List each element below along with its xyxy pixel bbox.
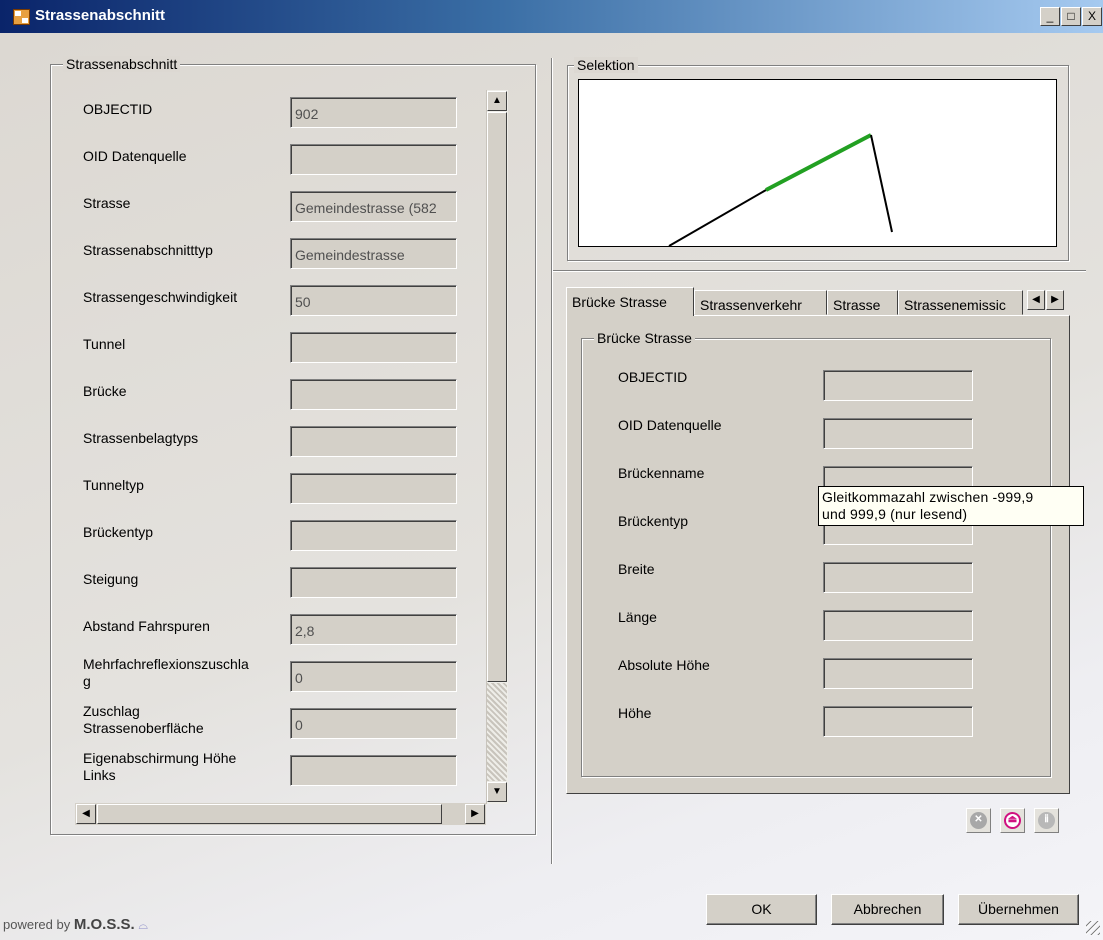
- bruecke-field[interactable]: [823, 418, 973, 449]
- tab-bruecke-strasse[interactable]: Brücke Strasse: [566, 287, 694, 316]
- attribute-label: Strassenbelagtyps: [83, 430, 199, 446]
- bruecke-strasse-group: Brücke Strasse: [581, 330, 1051, 777]
- tab-control: Brücke Strasse Strassenverkehr Strasse S…: [566, 285, 1070, 794]
- attribute-label: Strassenabschnitttyp: [83, 242, 213, 258]
- attribute-label: Brückentyp: [83, 524, 154, 540]
- bruecke-field[interactable]: [823, 610, 973, 641]
- attribute-field[interactable]: 2,8: [290, 614, 457, 645]
- attribute-field[interactable]: 50: [290, 285, 457, 316]
- attribute-label: Tunnel: [83, 336, 126, 352]
- window-title: Strassenabschnitt: [35, 7, 166, 24]
- tab-scroll-right-button[interactable]: ▶: [1046, 290, 1064, 310]
- attribute-label: Strasse: [83, 195, 131, 211]
- attribute-field[interactable]: [290, 379, 457, 410]
- group-legend: Strassenabschnitt: [63, 56, 181, 72]
- footer-branding: powered by M.O.S.S. ⌓: [3, 916, 148, 933]
- attribute-label: Zuschlag Strassenoberfläche: [83, 703, 204, 736]
- tab-group-legend: Brücke Strasse: [594, 330, 695, 346]
- attribute-field[interactable]: [290, 755, 457, 786]
- scroll-track[interactable]: [487, 683, 507, 781]
- scroll-right-button[interactable]: ▶: [465, 804, 485, 824]
- bruecke-label: Länge: [618, 609, 657, 625]
- attribute-field[interactable]: [290, 520, 457, 551]
- attribute-field[interactable]: [290, 144, 457, 175]
- h-splitter[interactable]: [553, 270, 1086, 272]
- attribute-label: Steigung: [83, 571, 139, 587]
- bruecke-field[interactable]: [823, 706, 973, 737]
- attribute-field[interactable]: [290, 426, 457, 457]
- title-bar: Strassenabschnitt _ □ X: [0, 0, 1103, 33]
- attribute-field[interactable]: 902: [290, 97, 457, 128]
- close-button[interactable]: X: [1082, 7, 1102, 26]
- tab-scroll-left-button[interactable]: ◀: [1027, 290, 1045, 310]
- info-button[interactable]: ⅱ: [1034, 808, 1059, 833]
- attribute-panel[interactable]: OBJECTID 902 OID Datenquelle Strasse Gemeind…: [75, 90, 508, 803]
- tab-page: Brücke Strasse OBJECTID OID Datenquelle Br…: [566, 315, 1070, 794]
- bruecke-label: OBJECTID: [618, 369, 688, 385]
- bruecke-field[interactable]: [823, 370, 973, 401]
- bruecke-label: Breite: [618, 561, 655, 577]
- attribute-label: Abstand Fahrspuren: [83, 618, 210, 634]
- bruecke-field[interactable]: [823, 562, 973, 593]
- clear-button[interactable]: ✕: [966, 808, 991, 833]
- apply-button[interactable]: Übernehmen: [958, 894, 1079, 925]
- road-segment: [668, 189, 767, 246]
- bruecke-label: Höhe: [618, 705, 652, 721]
- scroll-left-button[interactable]: ◀: [76, 804, 96, 824]
- tab-strasse[interactable]: Strasse: [827, 290, 898, 315]
- attribute-label: Tunneltyp: [83, 477, 144, 493]
- attribute-label: Eigenabschirmung Höhe Links: [83, 750, 237, 783]
- attribute-field[interactable]: 0: [290, 708, 457, 739]
- dialog-body: Strassenabschnitt OBJECTID 902 OID Datenqu…: [0, 33, 1103, 940]
- bruecke-label: Brückentyp: [618, 513, 689, 529]
- eject-button[interactable]: ⏏: [1000, 808, 1025, 833]
- splitter[interactable]: [551, 58, 553, 864]
- road-segment: [870, 134, 893, 233]
- attribute-field[interactable]: [290, 567, 457, 598]
- ok-button[interactable]: OK: [706, 894, 817, 925]
- brand-logo-icon: ⌓: [138, 918, 148, 932]
- selection-map-canvas: [668, 133, 893, 246]
- scroll-thumb[interactable]: [487, 112, 507, 682]
- tab-strassenemission[interactable]: Strassenemissic: [898, 290, 1023, 315]
- bruecke-field[interactable]: [823, 658, 973, 689]
- scroll-up-button[interactable]: ▲: [487, 91, 507, 111]
- bruecke-label: Brückenname: [618, 465, 705, 481]
- cancel-button[interactable]: Abbrechen: [831, 894, 944, 925]
- bruecke-label: Absolute Höhe: [618, 657, 710, 673]
- tooltip-text: Gleitkommazahl zwischen -999,9 und 999,9…: [822, 489, 1034, 522]
- scroll-down-button[interactable]: ▼: [487, 782, 507, 802]
- attribute-label: Mehrfachreflexionszuschla g: [83, 656, 249, 689]
- selection-map[interactable]: [578, 79, 1057, 247]
- attribute-label: OID Datenquelle: [83, 148, 187, 164]
- brand-name: M.O.S.S.: [73, 916, 135, 933]
- attribute-field[interactable]: [290, 473, 457, 504]
- resize-grip[interactable]: [1086, 921, 1100, 935]
- tab-strassenverkehr[interactable]: Strassenverkehr: [694, 290, 827, 315]
- attribute-field[interactable]: 0: [290, 661, 457, 692]
- selection-legend: Selektion: [574, 57, 638, 73]
- tooltip: Gleitkommazahl zwischen -999,9 und 999,9…: [818, 486, 1084, 526]
- maximize-button[interactable]: □: [1061, 7, 1081, 26]
- selected-road-segment: [765, 133, 872, 192]
- hscroll-thumb[interactable]: [97, 804, 442, 824]
- attribute-label: Strassengeschwindigkeit: [83, 289, 238, 305]
- attribute-field[interactable]: [290, 332, 457, 363]
- powered-by-text: powered by: [3, 917, 71, 932]
- attribute-label: OBJECTID: [83, 101, 153, 117]
- bruecke-label: OID Datenquelle: [618, 417, 722, 433]
- eject-icon: ⏏: [1004, 812, 1021, 829]
- attribute-label: Brücke: [83, 383, 127, 399]
- attribute-field[interactable]: Gemeindestrasse: [290, 238, 457, 269]
- minimize-button[interactable]: _: [1040, 7, 1060, 26]
- info-icon: ⅱ: [1038, 812, 1055, 829]
- horizontal-scrollbar[interactable]: ◀ ▶: [75, 803, 486, 825]
- vertical-scrollbar[interactable]: ▲ ▼: [486, 90, 508, 804]
- clear-icon: ✕: [970, 812, 987, 829]
- app-icon: [13, 9, 30, 25]
- attribute-field[interactable]: Gemeindestrasse (582: [290, 191, 457, 222]
